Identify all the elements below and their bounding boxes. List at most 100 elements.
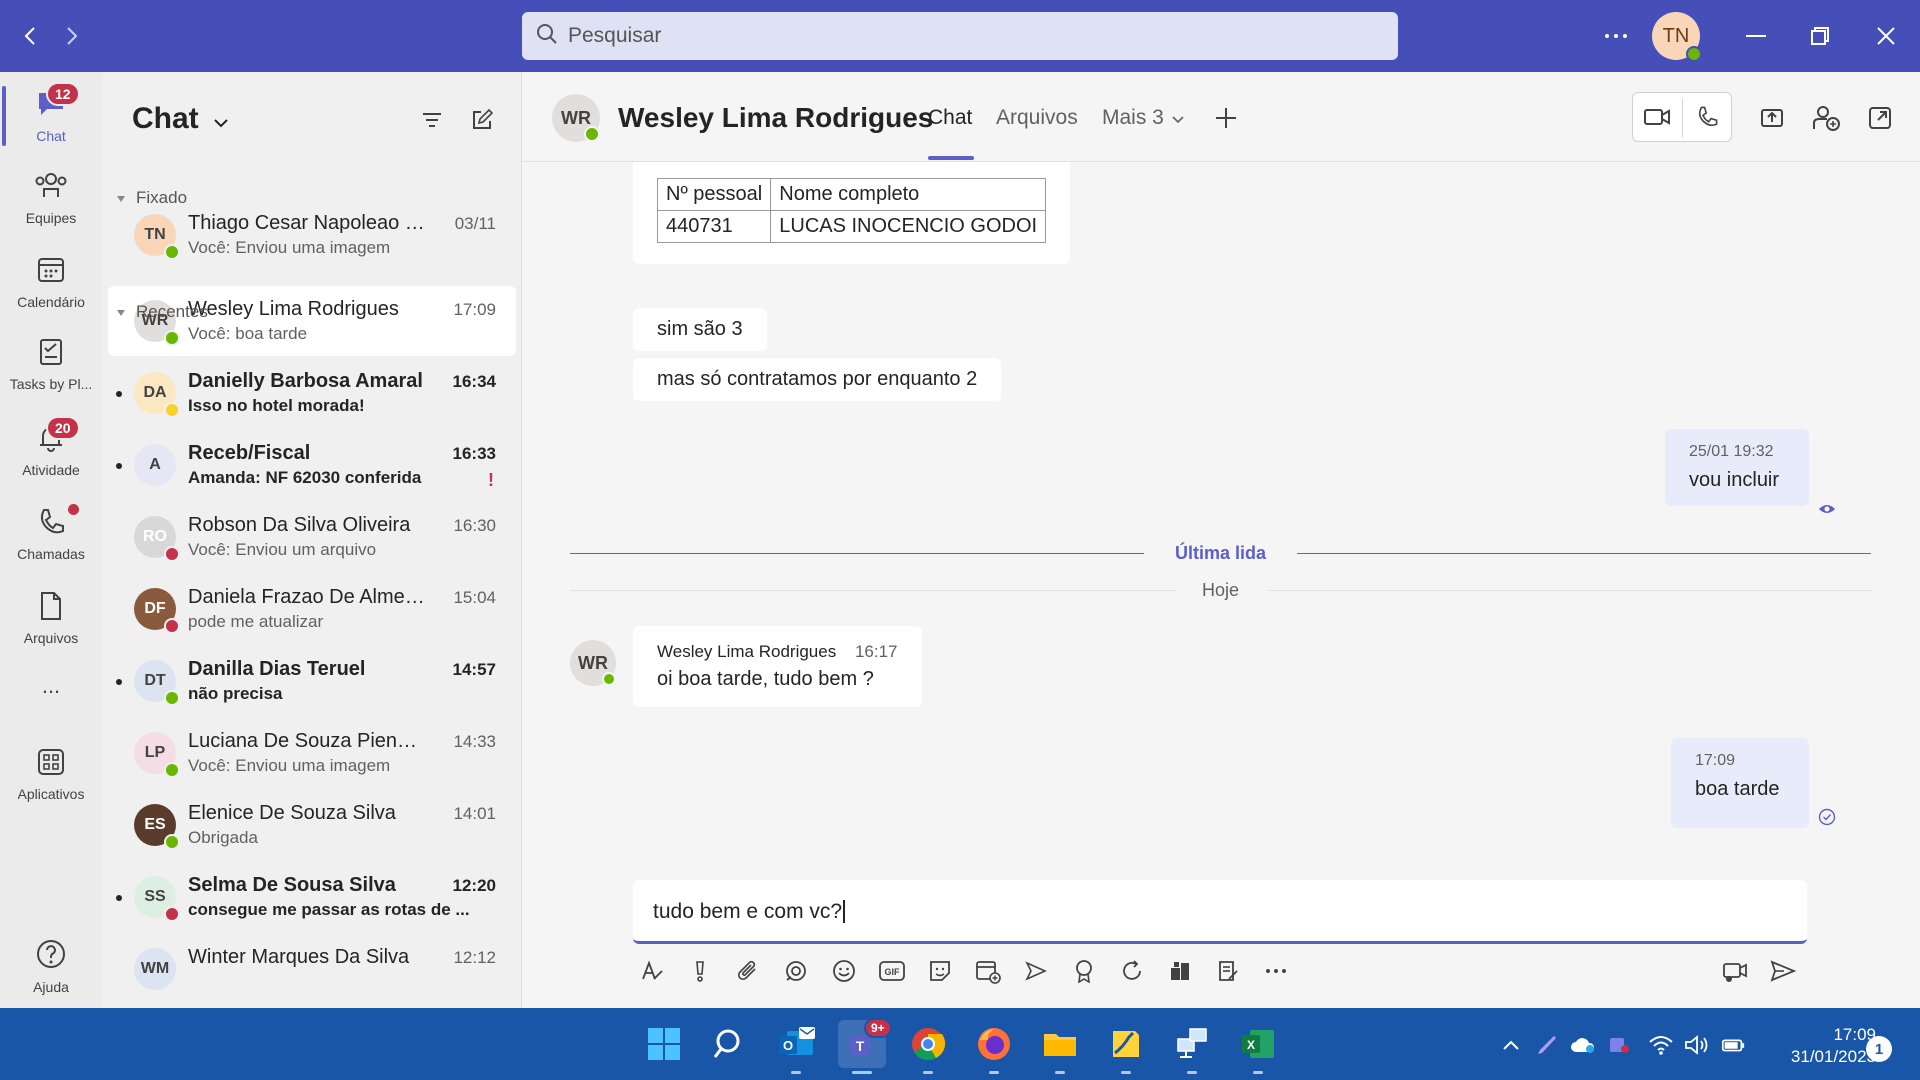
presence-available-icon: [1686, 46, 1702, 62]
teams-tray-icon[interactable]: [1606, 1032, 1632, 1058]
restore-icon[interactable]: [1804, 20, 1836, 52]
chevron-up-icon[interactable]: [1498, 1032, 1524, 1058]
chat-list-item[interactable]: DF Daniela Frazao De Almeida pode me atual…: [108, 574, 516, 644]
tab-more[interactable]: Mais 3: [1102, 106, 1184, 130]
add-people-icon[interactable]: [1802, 94, 1850, 142]
message-bubble[interactable]: mas só contratamos por enquanto 2: [633, 358, 1002, 401]
tab-files[interactable]: Arquivos: [996, 106, 1078, 130]
rail-more[interactable]: ...: [0, 664, 102, 704]
notification-count-badge[interactable]: 1: [1866, 1036, 1892, 1062]
chat-preview: Você: Enviou uma imagem: [188, 238, 391, 257]
message-text: mas só contratamos por enquanto 2: [657, 368, 978, 390]
rail-calendar[interactable]: Calendário: [0, 244, 102, 320]
important-icon[interactable]: [681, 952, 719, 990]
emoji-icon[interactable]: [825, 952, 863, 990]
system-clock[interactable]: 17:09 31/01/2023: [1766, 1024, 1876, 1068]
close-icon[interactable]: [1870, 20, 1902, 52]
battery-icon[interactable]: [1720, 1032, 1746, 1058]
chat-list-item[interactable]: DA Danielly Barbosa Amaral Isso no hotel m…: [108, 358, 516, 428]
rail-chat[interactable]: 12 Chat: [0, 78, 102, 154]
rail-help[interactable]: Ajuda: [0, 928, 102, 1004]
table-cell: 440731: [656, 210, 772, 243]
unread-indicator: [116, 895, 122, 901]
attach-icon[interactable]: [729, 952, 767, 990]
schedule-meeting-icon[interactable]: [969, 952, 1007, 990]
chat-list-item[interactable]: RO Robson Da Silva Oliveira Você: Enviou u…: [108, 502, 516, 572]
file-explorer-icon[interactable]: [1036, 1020, 1084, 1074]
rail-files[interactable]: Arquivos: [0, 580, 102, 656]
message-text: vou incluir: [1689, 469, 1780, 491]
rail-calls[interactable]: Chamadas: [0, 496, 102, 572]
rail-activity[interactable]: 20 Atividade: [0, 412, 102, 488]
send-icon[interactable]: [1764, 952, 1802, 990]
calendar-icon: [36, 255, 66, 290]
back-arrow-icon[interactable]: [14, 20, 46, 52]
audio-call-icon[interactable]: [1683, 93, 1731, 141]
teams-icon[interactable]: T 9+: [838, 1018, 892, 1074]
sender-avatar[interactable]: WR: [570, 640, 616, 686]
onedrive-icon[interactable]: [1570, 1032, 1596, 1058]
more-options-icon[interactable]: [1257, 952, 1295, 990]
chat-list-item[interactable]: SS Selma De Sousa Silva consegue me passar…: [108, 862, 516, 932]
firefox-icon[interactable]: [970, 1020, 1018, 1074]
caret-down-icon: [116, 302, 126, 322]
share-screen-icon[interactable]: [1748, 94, 1796, 142]
chat-list-item[interactable]: TN Thiago Cesar Napoleao (... Você: Enviou…: [108, 200, 516, 270]
volume-icon[interactable]: [1684, 1032, 1710, 1058]
chat-list-item[interactable]: ES Elenice De Souza Silva Obrigada 14:01: [108, 790, 516, 860]
presence-available-icon: [164, 244, 180, 260]
chrome-icon[interactable]: [904, 1020, 952, 1074]
search-input[interactable]: Pesquisar: [522, 12, 1398, 60]
pen-icon[interactable]: [1534, 1032, 1560, 1058]
profile-avatar[interactable]: TN: [1652, 12, 1702, 62]
notes-app-icon[interactable]: [1102, 1020, 1150, 1074]
praise-icon[interactable]: [1065, 952, 1103, 990]
avatar-initials: WM: [140, 960, 170, 977]
rail-apps[interactable]: Aplicativos: [0, 736, 102, 812]
remote-desktop-icon[interactable]: [1168, 1020, 1216, 1074]
filter-icon[interactable]: [416, 104, 448, 136]
search-icon[interactable]: [706, 1020, 754, 1068]
outlook-icon[interactable]: O: [772, 1020, 820, 1074]
chat-preview: pode me atualizar: [188, 612, 324, 631]
tab-chat[interactable]: Chat: [928, 106, 972, 130]
add-tab-icon[interactable]: [1202, 94, 1250, 142]
message-area: Nº pessoal Nome completo 440731 LUCAS IN…: [522, 162, 1920, 880]
contact-avatar[interactable]: WR: [552, 94, 600, 142]
format-icon[interactable]: [633, 952, 671, 990]
rail-teams[interactable]: Equipes: [0, 160, 102, 236]
chat-list-item[interactable]: LP Luciana De Souza Pieneg... Você: Enviou…: [108, 718, 516, 788]
rail-tasks[interactable]: Tasks by Pl...: [0, 326, 102, 402]
video-clip-icon[interactable]: [1716, 952, 1754, 990]
video-call-icon[interactable]: [1633, 93, 1681, 141]
message-bubble[interactable]: sim são 3: [633, 308, 767, 351]
chat-time: 16:33: [452, 444, 496, 463]
gif-icon[interactable]: GIF: [873, 952, 911, 990]
minimize-icon[interactable]: [1740, 20, 1772, 52]
more-options-icon[interactable]: [1600, 20, 1632, 52]
stream-icon[interactable]: [1017, 952, 1055, 990]
refresh-icon[interactable]: [1113, 952, 1151, 990]
table-header-cell: Nome completo: [770, 178, 1047, 211]
section-recent[interactable]: Recentes: [116, 302, 208, 322]
chat-name: Daniela Frazao De Almeida: [188, 586, 428, 608]
notes-icon[interactable]: [1209, 952, 1247, 990]
sent-message-bubble[interactable]: 17:09 boa tarde: [1671, 738, 1809, 828]
wifi-icon[interactable]: [1648, 1032, 1674, 1058]
chat-list-item[interactable]: DT Danilla Dias Teruel não precisa 14:57: [108, 646, 516, 716]
forward-arrow-icon[interactable]: [56, 20, 88, 52]
new-chat-icon[interactable]: [466, 104, 498, 136]
excel-icon[interactable]: X: [1234, 1020, 1282, 1074]
compose-box[interactable]: tudo bem e com vc?: [633, 880, 1807, 944]
chat-list-item[interactable]: A Receb/Fiscal Amanda: NF 62030 conferida 1…: [108, 430, 516, 500]
chat-list-item[interactable]: WM Winter Marques Da Silva 12:12: [108, 934, 516, 1004]
chat-list-title[interactable]: Chat: [132, 102, 229, 136]
table-message[interactable]: Nº pessoal Nome completo 440731 LUCAS IN…: [633, 162, 1071, 264]
loop-icon[interactable]: [777, 952, 815, 990]
pop-out-icon[interactable]: [1856, 94, 1904, 142]
approvals-icon[interactable]: [1161, 952, 1199, 990]
received-message-bubble[interactable]: Wesley Lima Rodrigues 16:17 oi boa tarde…: [633, 626, 922, 707]
windows-start-icon[interactable]: [640, 1020, 688, 1068]
sent-message-bubble[interactable]: 25/01 19:32 vou incluir: [1665, 429, 1809, 506]
sticker-icon[interactable]: [921, 952, 959, 990]
